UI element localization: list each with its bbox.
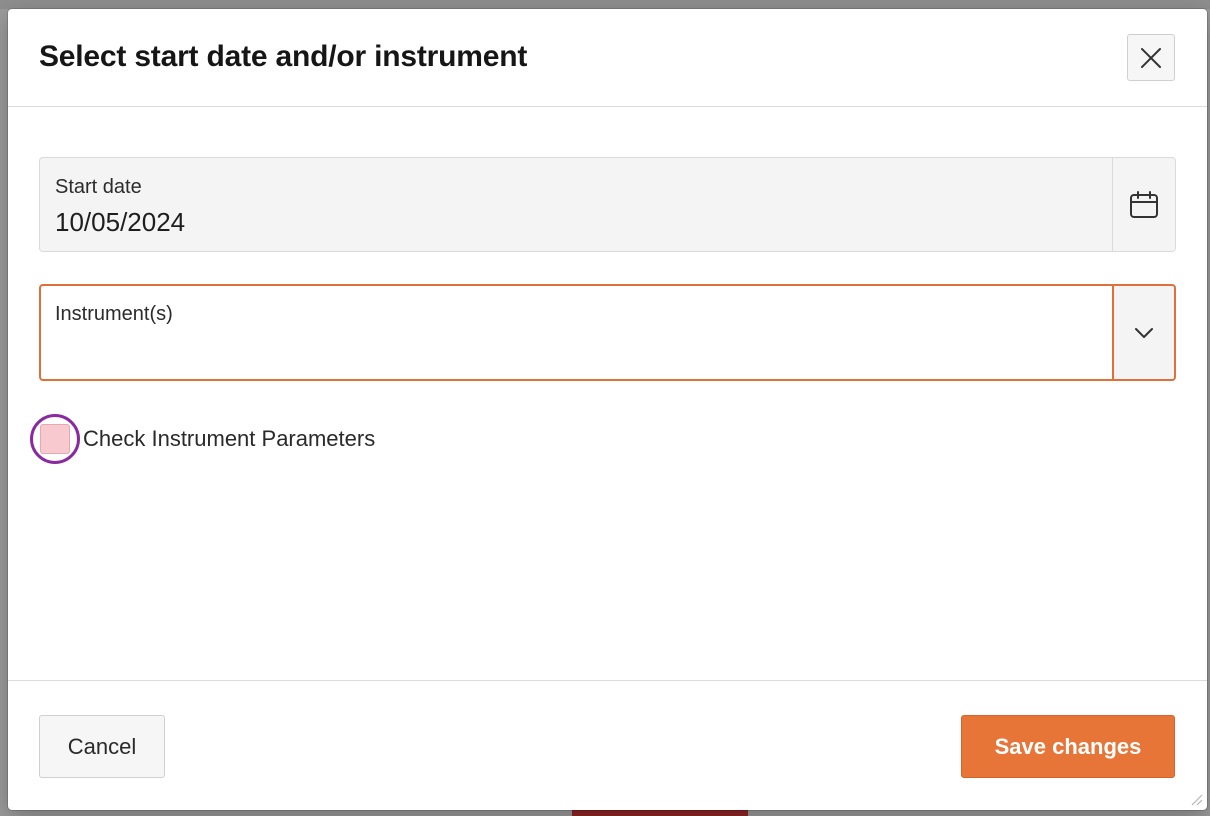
- resize-handle-icon[interactable]: [1189, 792, 1203, 806]
- save-changes-button[interactable]: Save changes: [961, 715, 1175, 778]
- check-parameters-label[interactable]: Check Instrument Parameters: [83, 426, 375, 452]
- check-parameters-checkbox[interactable]: [30, 414, 80, 464]
- instrument-label: Instrument(s): [55, 303, 173, 325]
- close-button[interactable]: [1127, 34, 1175, 81]
- checkbox-box: [40, 424, 70, 454]
- backdrop-strip: [0, 0, 1210, 9]
- chevron-down-icon: [1135, 327, 1153, 338]
- check-parameters-row: Check Instrument Parameters: [30, 414, 375, 464]
- modal-dialog: Select start date and/or instrument Star…: [8, 9, 1207, 810]
- cancel-button[interactable]: Cancel: [39, 715, 165, 778]
- instrument-dropdown-toggle[interactable]: [1112, 286, 1174, 379]
- dialog-footer: Cancel Save changes: [8, 680, 1207, 810]
- dialog-title: Select start date and/or instrument: [39, 40, 528, 73]
- calendar-button[interactable]: [1112, 158, 1175, 251]
- dialog-header: Select start date and/or instrument: [8, 9, 1207, 107]
- instrument-select[interactable]: Instrument(s): [39, 284, 1176, 381]
- start-date-field[interactable]: Start date 10/05/2024: [39, 157, 1176, 252]
- calendar-icon: [1130, 190, 1158, 218]
- close-icon: [1141, 47, 1161, 68]
- start-date-value[interactable]: 10/05/2024: [55, 207, 185, 238]
- start-date-label: Start date: [55, 176, 142, 198]
